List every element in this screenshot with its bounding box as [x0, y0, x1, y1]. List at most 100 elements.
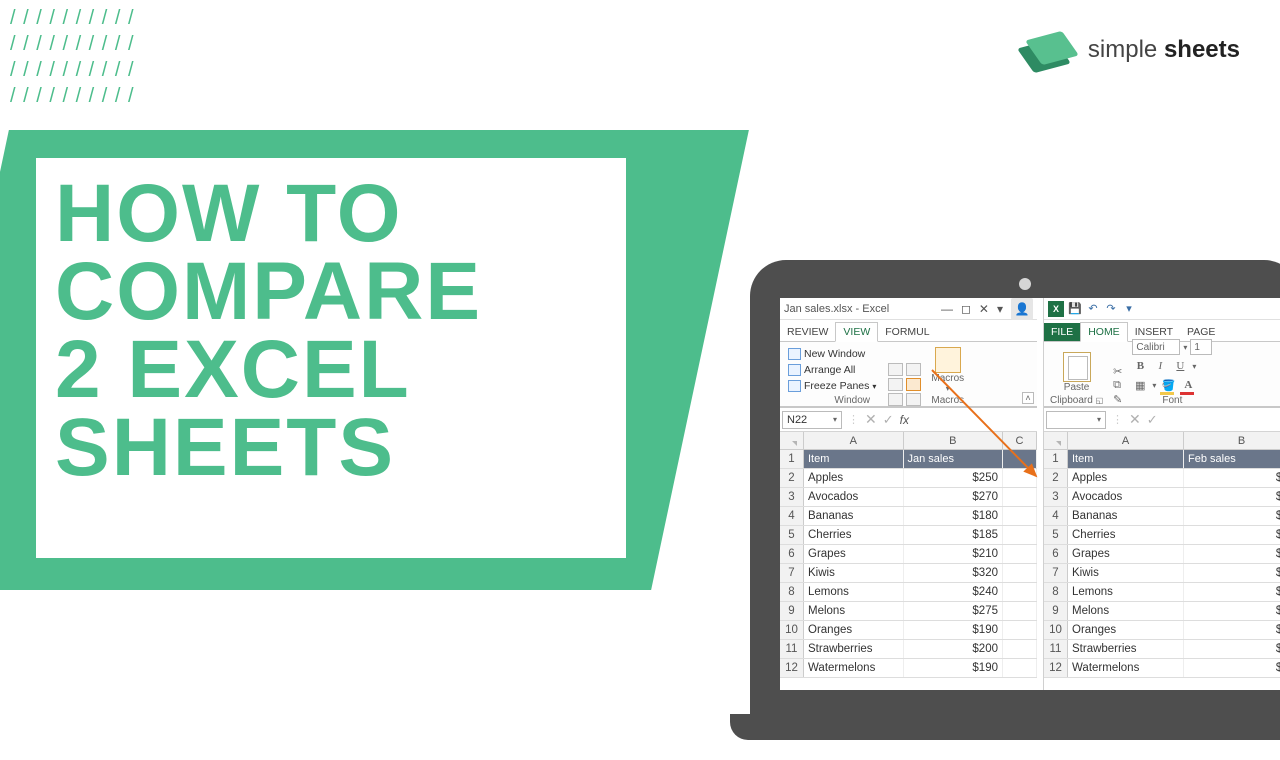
bold-button[interactable]: B: [1132, 358, 1148, 374]
grid-body-right[interactable]: 1ItemFeb sales2Apples$183Avocados$274Ban…: [1044, 450, 1280, 678]
name-box-left[interactable]: N22▾: [782, 411, 842, 429]
table-row[interactable]: 3Avocados$270: [780, 488, 1037, 507]
ribbon-right: Paste Clipboard ◱ ✂ ⧉ ✎ Calibri ▾ 1: [1044, 342, 1280, 408]
table-row[interactable]: 5Cherries$27: [1044, 526, 1280, 545]
quick-access-toolbar: X 💾 ↶ ↷ ▾: [1044, 298, 1280, 320]
excel-window-right: X 💾 ↶ ↷ ▾ FILE HOME INSERT PAGE Paste Cl…: [1043, 298, 1280, 690]
view-side-by-side-button[interactable]: [906, 378, 921, 391]
undo-icon[interactable]: ↶: [1086, 302, 1100, 316]
fx-icon[interactable]: fx: [900, 413, 909, 427]
unhide-icon[interactable]: [888, 378, 903, 391]
decorative-slashes-top: / / / / / / / / / / / / / / / / / / / / …: [10, 5, 135, 109]
split-icon[interactable]: [888, 363, 903, 376]
titlebar-left: Jan sales.xlsx - Excel — ◻ ✕ ▾ 👤: [780, 298, 1037, 320]
table-row[interactable]: 12Watermelons$190: [780, 659, 1037, 678]
select-all-corner[interactable]: [1044, 432, 1068, 449]
cancel-formula-icon[interactable]: ✕: [865, 411, 877, 428]
qat-customize-icon[interactable]: ▾: [1122, 302, 1136, 316]
redo-icon[interactable]: ↷: [1104, 302, 1118, 316]
formula-bar-left: N22▾ ⋮ ✕ ✓ fx: [780, 408, 1037, 432]
ribbon-tabs-left: REVIEW VIEW FORMUL: [780, 320, 1037, 342]
font-color-button[interactable]: A: [1180, 377, 1196, 393]
excel-app-icon[interactable]: X: [1048, 301, 1064, 317]
table-row[interactable]: 12Watermelons$32: [1044, 659, 1280, 678]
minimize-button[interactable]: —: [941, 302, 953, 316]
cut-icon[interactable]: ✂: [1113, 365, 1122, 378]
table-row[interactable]: 10Oranges$190: [780, 621, 1037, 640]
table-row[interactable]: 4Bananas$21: [1044, 507, 1280, 526]
table-row[interactable]: 11Strawberries$200: [780, 640, 1037, 659]
select-all-corner[interactable]: [780, 432, 804, 449]
table-header-row: 1ItemJan sales: [780, 450, 1037, 469]
tab-home[interactable]: HOME: [1080, 322, 1128, 342]
table-row[interactable]: 2Apples$250: [780, 469, 1037, 488]
laptop-camera-icon: [1019, 278, 1031, 290]
enter-formula-icon[interactable]: ✓: [883, 412, 894, 428]
table-row[interactable]: 9Melons$20: [1044, 602, 1280, 621]
window-title-left: Jan sales.xlsx - Excel: [784, 303, 889, 315]
table-row[interactable]: 3Avocados$27: [1044, 488, 1280, 507]
underline-button[interactable]: U: [1172, 358, 1188, 374]
font-name-select[interactable]: Calibri: [1132, 339, 1180, 355]
font-size-select[interactable]: 1: [1190, 339, 1212, 355]
table-header-row: 1ItemFeb sales: [1044, 450, 1280, 469]
table-row[interactable]: 6Grapes$20: [1044, 545, 1280, 564]
col-header-b[interactable]: B: [904, 432, 1004, 449]
paste-button[interactable]: [1063, 352, 1091, 382]
table-row[interactable]: 11Strawberries$20: [1044, 640, 1280, 659]
format-painter-icon[interactable]: ✎: [1113, 393, 1122, 406]
logo-text: simple sheets: [1088, 36, 1240, 64]
save-icon[interactable]: 💾: [1068, 302, 1082, 316]
col-header-b[interactable]: B: [1184, 432, 1280, 449]
ribbon-options-icon[interactable]: ▾: [997, 302, 1003, 316]
table-row[interactable]: 9Melons$275: [780, 602, 1037, 621]
ribbon-left: New Window Arrange All Freeze Panes ▾ Wi…: [780, 342, 1037, 408]
table-row[interactable]: 6Grapes$210: [780, 545, 1037, 564]
clipboard-group-label: Clipboard ◱: [1050, 395, 1103, 406]
italic-button[interactable]: I: [1152, 358, 1168, 374]
name-box-right[interactable]: ▾: [1046, 411, 1106, 429]
macros-group-label: Macros: [931, 395, 964, 406]
table-row[interactable]: 7Kiwis$20: [1044, 564, 1280, 583]
enter-formula-icon[interactable]: ✓: [1147, 412, 1158, 428]
new-window-button[interactable]: New Window: [786, 347, 878, 361]
cancel-formula-icon[interactable]: ✕: [1129, 411, 1141, 428]
table-row[interactable]: 7Kiwis$320: [780, 564, 1037, 583]
table-row[interactable]: 4Bananas$180: [780, 507, 1037, 526]
freeze-panes-button[interactable]: Freeze Panes ▾: [786, 379, 878, 393]
column-headers-left: A B C: [780, 432, 1037, 450]
font-group-label: Font: [1162, 395, 1182, 406]
table-row[interactable]: 10Oranges$25: [1044, 621, 1280, 640]
tab-review[interactable]: REVIEW: [780, 323, 835, 341]
table-row[interactable]: 8Lemons$240: [780, 583, 1037, 602]
user-account-icon[interactable]: 👤: [1011, 298, 1033, 320]
sync-scroll-icon[interactable]: [888, 393, 903, 406]
formula-bar-right: ▾ ⋮ ✕ ✓: [1044, 408, 1280, 432]
col-header-a[interactable]: A: [1068, 432, 1184, 449]
col-header-c[interactable]: C: [1003, 432, 1037, 449]
paste-label: Paste: [1064, 382, 1090, 393]
hide-icon[interactable]: [906, 363, 921, 376]
fill-color-button[interactable]: 🪣: [1160, 377, 1176, 393]
tab-view[interactable]: VIEW: [835, 322, 878, 342]
macros-button[interactable]: [935, 347, 961, 373]
page-headline: HOW TO COMPARE 2 EXCEL SHEETS: [55, 175, 482, 487]
laptop-mockup: Jan sales.xlsx - Excel — ◻ ✕ ▾ 👤 REVIEW …: [730, 190, 1280, 760]
table-row[interactable]: 8Lemons$20: [1044, 583, 1280, 602]
maximize-button[interactable]: ◻: [961, 302, 971, 316]
tab-file[interactable]: FILE: [1044, 323, 1080, 341]
border-button[interactable]: ▦: [1132, 377, 1148, 393]
arrange-all-button[interactable]: Arrange All: [786, 363, 878, 377]
collapse-ribbon-icon[interactable]: ˄: [1022, 392, 1034, 404]
decorative-slashes-bottom: / / / / / / / / / / / / / / / / / / / / …: [10, 611, 135, 715]
col-header-a[interactable]: A: [804, 432, 904, 449]
grid-body-left[interactable]: 1ItemJan sales2Apples$2503Avocados$2704B…: [780, 450, 1037, 678]
copy-icon[interactable]: ⧉: [1113, 379, 1121, 392]
close-button[interactable]: ✕: [979, 302, 989, 316]
window-group-label: Window: [834, 395, 870, 406]
table-row[interactable]: 2Apples$18: [1044, 469, 1280, 488]
laptop-screen: Jan sales.xlsx - Excel — ◻ ✕ ▾ 👤 REVIEW …: [780, 298, 1280, 690]
tab-formulas[interactable]: FORMUL: [878, 323, 936, 341]
table-row[interactable]: 5Cherries$185: [780, 526, 1037, 545]
reset-window-icon[interactable]: [906, 393, 921, 406]
